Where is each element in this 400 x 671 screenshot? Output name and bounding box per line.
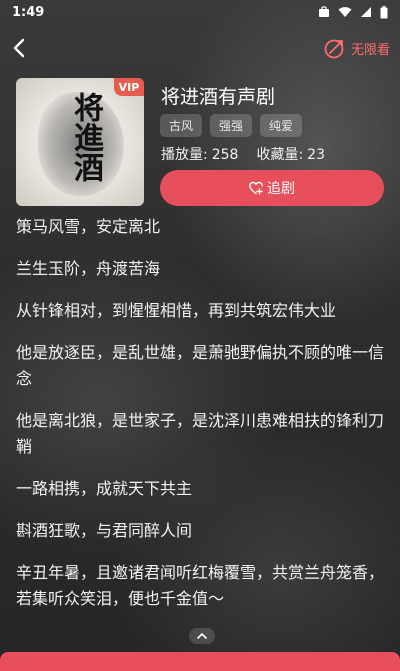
bottom-action-bar[interactable] [0,652,400,671]
tag-item[interactable]: 强强 [210,114,253,137]
back-button[interactable] [8,36,32,60]
battery-icon [380,5,388,18]
intro-paragraph: 他是离北狼，是世家子，是沈泽川患难相扶的锋利刀鞘 [16,411,385,456]
wifi-icon [338,7,352,17]
tag-list: 古风 强强 纯爱 [160,114,303,137]
play-count-value: 258 [211,147,239,163]
intro-paragraph: 一路相携，成就天下共主 [16,479,193,498]
follow-button[interactable]: 追剧 [160,170,384,206]
cellular-icon [361,7,371,17]
unlimited-icon [324,39,344,59]
collapse-button[interactable] [189,628,215,644]
chevron-up-icon [197,633,207,639]
notification-icon [319,6,329,17]
intro-paragraph: 斟酒狂歌，与君同醉人间 [16,521,193,540]
follow-label: 追剧 [267,181,295,197]
tag-item[interactable]: 古风 [160,114,203,137]
intro-paragraph: 辛丑年暑，且邀诸君闻听红梅覆雪，共赏兰舟笼香，若集听众笑泪，便也千金值〜 [16,563,385,608]
nav-bar: 无限看 [0,30,400,70]
drama-title: 将进酒有声剧 [161,86,276,108]
intro-paragraph: 策马风雪，安定离北 [16,217,161,236]
stats-row: 播放量: 258 收藏量: 23 [161,144,325,164]
unlimited-label: 无限看 [350,42,390,58]
cover-image[interactable]: 将進酒 VIP [16,78,144,206]
intro-paragraph: 兰生玉阶，舟渡苦海 [16,259,161,278]
play-count-label: 播放量: [161,147,208,163]
collect-count-value: 23 [307,147,325,163]
play-count: 播放量: 258 [161,144,238,164]
intro-paragraph: 他是放逐臣，是乱世雄，是萧驰野偏执不顾的唯一信念 [16,343,385,388]
vip-badge: VIP [114,78,144,96]
status-time: 1:49 [12,4,45,20]
collect-count: 收藏量: 23 [256,144,325,164]
tag-item[interactable]: 纯爱 [260,114,303,137]
intro-text: 策马风雪，安定离北 兰生玉阶，舟渡苦海 从针锋相对，到惺惺相惜，再到共筑宏伟大业… [16,214,386,628]
unlimited-button[interactable]: 无限看 [323,34,390,62]
chevron-left-icon [13,38,25,58]
cover-title: 将進酒 [68,92,103,182]
collect-count-label: 收藏量: [256,147,304,163]
intro-paragraph: 从针锋相对，到惺惺相惜，再到共筑宏伟大业 [16,301,337,320]
heart-plus-icon [249,181,263,195]
status-bar: 1:49 [0,0,400,24]
